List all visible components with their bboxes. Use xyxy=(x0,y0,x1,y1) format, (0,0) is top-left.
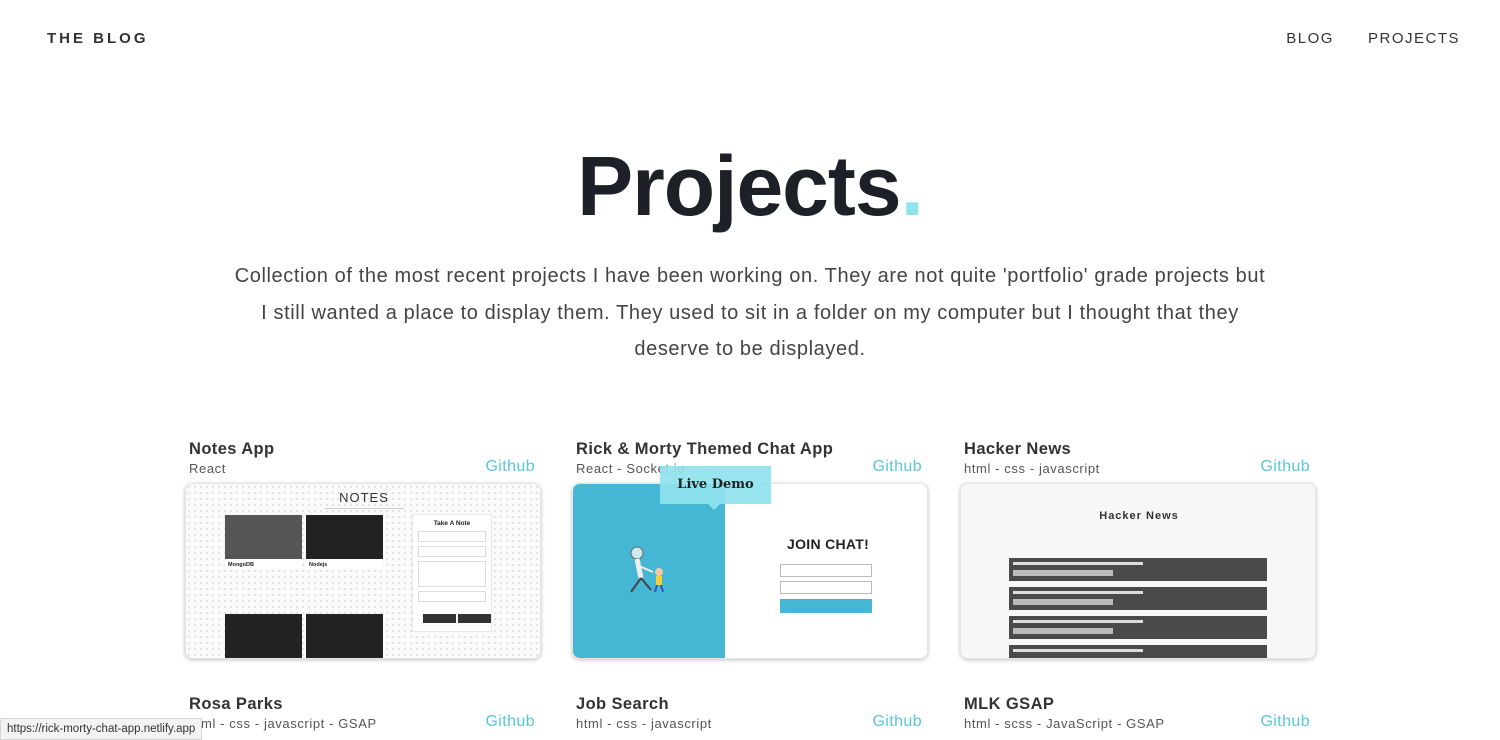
intro-text: Collection of the most recent projects I… xyxy=(234,265,1266,360)
thumb-note-title: MongoDB xyxy=(228,562,254,568)
thumb-story-row xyxy=(1009,587,1267,610)
thumb-form-field xyxy=(418,531,486,542)
github-link[interactable]: Github xyxy=(872,713,922,731)
rick-morty-icon xyxy=(630,546,664,593)
project-tech: React xyxy=(189,461,226,476)
project-tech: html - scss - JavaScript - GSAP xyxy=(964,716,1165,731)
github-link[interactable]: Github xyxy=(872,458,922,476)
project-tech: html - css - javascript xyxy=(576,716,712,731)
github-link[interactable]: Github xyxy=(1260,458,1310,476)
thumb-heading: Hacker News xyxy=(1099,510,1179,522)
github-link[interactable]: Github xyxy=(1260,713,1310,731)
status-bar-url: https://rick-morty-chat-app.netlify.app xyxy=(0,718,203,740)
brand-logo[interactable]: THE BLOG xyxy=(47,30,149,47)
thumb-room-input xyxy=(780,581,872,594)
thumb-form-field xyxy=(418,546,486,557)
thumb-story-row xyxy=(1009,645,1267,658)
project-tech: html - css - javascript - GSAP xyxy=(189,716,377,731)
thumb-join-heading: JOIN CHAT! xyxy=(787,536,870,552)
project-card-rosa-parks: Rosa Parks html - css - javascript - GSA… xyxy=(185,695,541,740)
thumb-story-row xyxy=(1009,616,1267,639)
thumb-note-image xyxy=(225,515,302,559)
project-title: Job Search xyxy=(576,695,669,713)
project-title: Notes App xyxy=(189,440,275,458)
thumb-form-textarea xyxy=(418,561,486,587)
project-card-hacker-news: Hacker News html - css - javascript Gith… xyxy=(960,440,1316,660)
project-card-notes-app: Notes App React Github NOTES MongoDB Nod… xyxy=(185,440,541,660)
thumb-story-row xyxy=(1009,558,1267,581)
thumb-note-card: MongoDB xyxy=(225,515,302,568)
thumb-note-form: Take A Note xyxy=(412,514,492,632)
project-card-job-search: Job Search html - css - javascript Githu… xyxy=(572,695,928,740)
nav-link-blog[interactable]: BLOG xyxy=(1286,30,1334,47)
project-tech: html - css - javascript xyxy=(964,461,1100,476)
project-thumbnail[interactable]: JOIN CHAT! xyxy=(572,483,928,659)
top-nav: THE BLOG BLOG PROJECTS xyxy=(0,0,1500,78)
project-title: MLK GSAP xyxy=(964,695,1055,713)
live-demo-tooltip[interactable]: Live Demo xyxy=(660,466,771,510)
nav-link-projects[interactable]: PROJECTS xyxy=(1368,30,1460,47)
project-thumbnail[interactable]: NOTES MongoDB Nodejs Take A Note xyxy=(185,483,541,659)
thumb-form-field xyxy=(418,591,486,602)
project-title: Rosa Parks xyxy=(189,695,283,713)
project-thumbnail[interactable]: Hacker News xyxy=(960,483,1316,659)
thumb-note-card xyxy=(225,614,302,658)
thumb-note-card xyxy=(306,614,383,658)
page-title-text: Projects xyxy=(577,139,901,233)
title-dot: . xyxy=(900,139,924,233)
thumb-note-card: Nodejs xyxy=(306,515,383,568)
thumb-note-title: Nodejs xyxy=(309,562,328,568)
thumb-chat-left-panel xyxy=(573,484,725,658)
github-link[interactable]: Github xyxy=(485,458,535,476)
thumb-name-input xyxy=(780,564,872,577)
github-link[interactable]: Github xyxy=(485,713,535,731)
thumb-form-buttons xyxy=(423,614,491,623)
thumb-signin-button xyxy=(780,599,872,613)
thumb-form-title: Take A Note xyxy=(433,520,471,527)
page-title: Projects. xyxy=(0,138,1500,235)
thumb-note-image xyxy=(306,614,383,658)
thumb-note-image xyxy=(306,515,383,559)
project-title: Rick & Morty Themed Chat App xyxy=(576,440,834,458)
project-card-mlk-gsap: MLK GSAP html - scss - JavaScript - GSAP… xyxy=(960,695,1316,740)
nav-links: BLOG PROJECTS xyxy=(1286,30,1460,47)
thumb-chat-right-panel: JOIN CHAT! xyxy=(725,484,927,658)
thumb-heading: NOTES xyxy=(324,490,404,509)
project-title: Hacker News xyxy=(964,440,1072,458)
thumb-note-image xyxy=(225,614,302,658)
